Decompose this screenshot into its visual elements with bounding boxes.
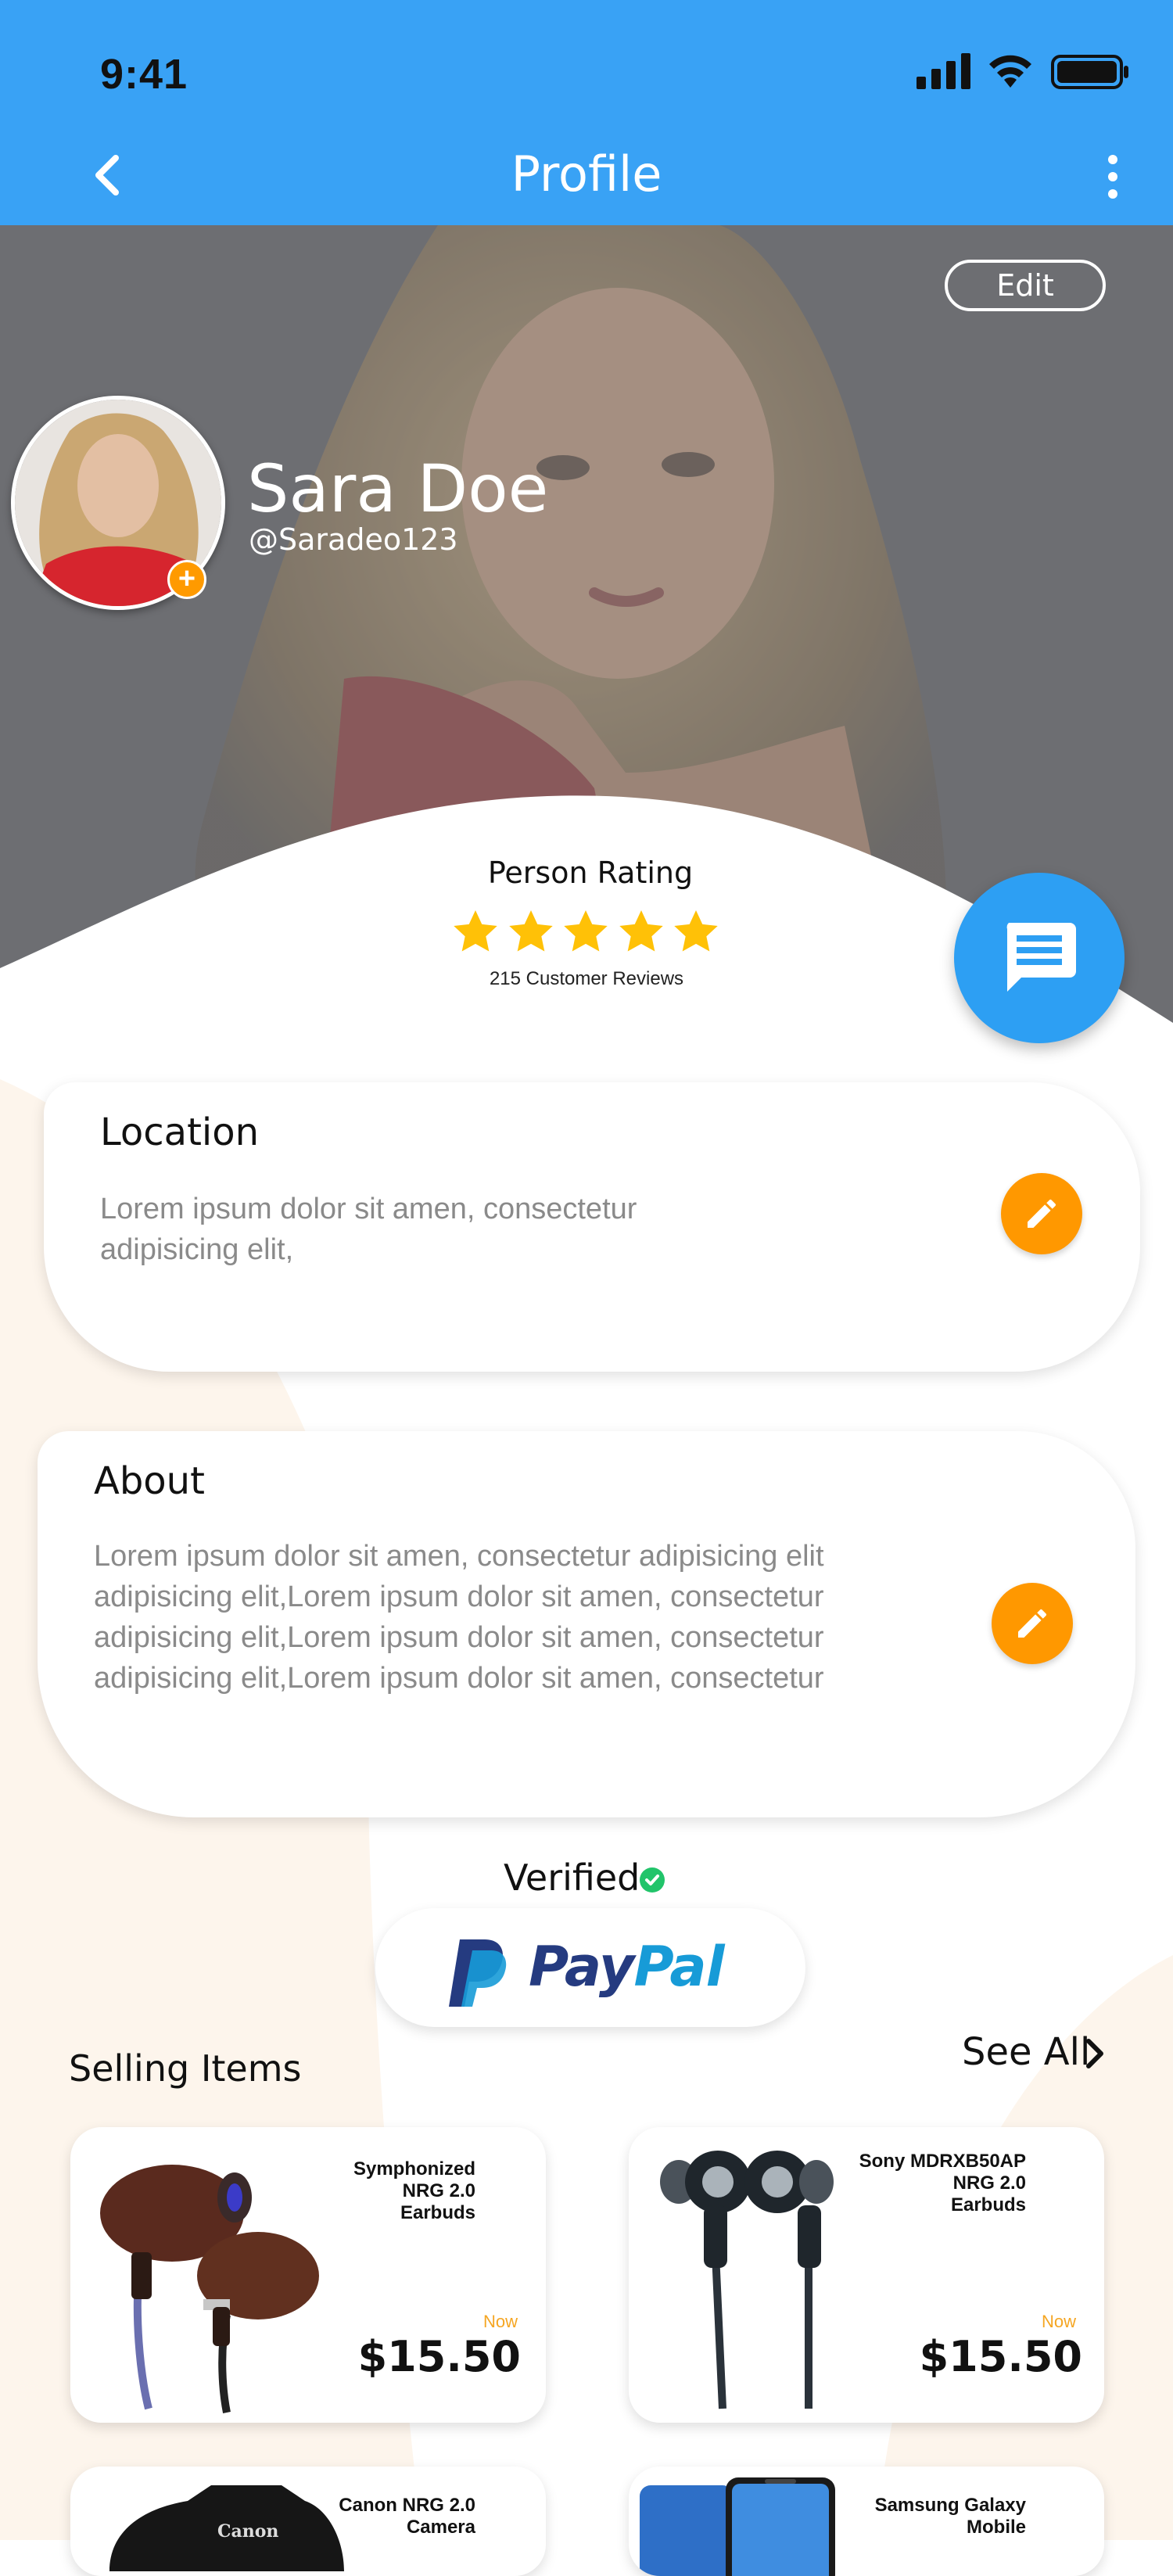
paypal-badge: PayPal <box>375 1908 805 2027</box>
pencil-icon <box>1018 1609 1046 1638</box>
add-photo-button[interactable]: + <box>167 560 206 599</box>
product-price: $15.50 <box>919 2332 1082 2381</box>
edit-location-button[interactable] <box>1001 1173 1082 1254</box>
star-icon <box>619 910 663 952</box>
verified-check-icon <box>640 1867 665 1893</box>
product-name-line-1: Canon NRG 2.0 <box>339 2495 475 2516</box>
paypal-logo-icon <box>449 1939 507 2007</box>
sony-earbuds-image <box>660 2151 834 2409</box>
product-card[interactable]: Canon Canon NRG 2.0 Camera <box>70 2467 546 2576</box>
about-text-line-2: adipisicing elit,Lorem ipsum dolor sit a… <box>94 1580 824 1613</box>
page-title: Profile <box>511 145 662 203</box>
phone-image <box>640 2477 835 2576</box>
product-name-line-2: NRG 2.0 <box>952 2172 1026 2194</box>
location-text-line-2: adipisicing elit, <box>100 1233 294 1266</box>
rating-stars <box>450 907 721 957</box>
signal-icon <box>917 53 970 89</box>
product-name-line-3: Earbuds <box>950 2194 1026 2215</box>
edit-profile-button[interactable]: Edit <box>945 260 1106 311</box>
about-title: About <box>94 1459 205 1503</box>
product-name-line-1: Samsung Galaxy <box>874 2495 1026 2516</box>
product-now-label: Now <box>482 2312 518 2331</box>
product-name-line-2: Mobile <box>967 2517 1026 2538</box>
star-icon <box>674 910 718 952</box>
battery-icon <box>1051 55 1128 89</box>
product-price: $15.50 <box>357 2332 521 2381</box>
product-name-line-2: Camera <box>406 2517 475 2538</box>
product-now-label: Now <box>1041 2312 1076 2331</box>
paypal-wordmark: PayPal <box>529 1935 725 1999</box>
profile-name: Sara Doe <box>247 450 549 527</box>
see-all-link[interactable]: See All <box>962 2030 1090 2074</box>
about-text-line-1: Lorem ipsum dolor sit amen, consectetur … <box>94 1540 824 1573</box>
product-card[interactable]: Sony MDRXB50AP NRG 2.0 Earbuds Now $15.5… <box>629 2127 1104 2423</box>
product-name-line-1: Sony MDRXB50AP <box>859 2151 1026 2172</box>
more-menu-icon[interactable] <box>1101 153 1125 200</box>
location-title: Location <box>100 1110 260 1154</box>
status-time: 9:41 <box>100 51 188 98</box>
wifi-icon <box>989 55 1031 88</box>
pencil-icon <box>1028 1199 1056 1228</box>
product-card[interactable]: Samsung Galaxy Mobile <box>629 2467 1104 2576</box>
verified-label: Verified <box>504 1857 640 1899</box>
about-text-line-3: adipisicing elit,Lorem ipsum dolor sit a… <box>94 1621 824 1654</box>
star-icon <box>454 910 497 952</box>
product-name-line-3: Earbuds <box>400 2202 475 2223</box>
product-name-line-2: NRG 2.0 <box>402 2180 475 2201</box>
message-icon <box>1006 923 1076 992</box>
location-text-line-1: Lorem ipsum dolor sit amen, consectetur <box>100 1193 637 1225</box>
star-icon <box>564 910 608 952</box>
edit-about-button[interactable] <box>992 1583 1073 1664</box>
chevron-right-icon[interactable] <box>1084 2036 1106 2071</box>
product-name-line-1: Symphonized <box>353 2158 475 2180</box>
chat-button[interactable] <box>954 873 1125 1043</box>
wooden-earbuds-image <box>100 2165 319 2413</box>
product-card[interactable]: Symphonized NRG 2.0 Earbuds Now $15.50 <box>70 2127 546 2423</box>
star-icon <box>508 910 553 952</box>
svg-text:Canon: Canon <box>217 2521 278 2542</box>
camera-image: Canon <box>109 2485 344 2571</box>
profile-handle: @Saradeo123 <box>249 522 458 557</box>
selling-items-title: Selling Items <box>69 2047 302 2090</box>
about-text-line-4: adipisicing elit,Lorem ipsum dolor sit a… <box>94 1662 824 1695</box>
